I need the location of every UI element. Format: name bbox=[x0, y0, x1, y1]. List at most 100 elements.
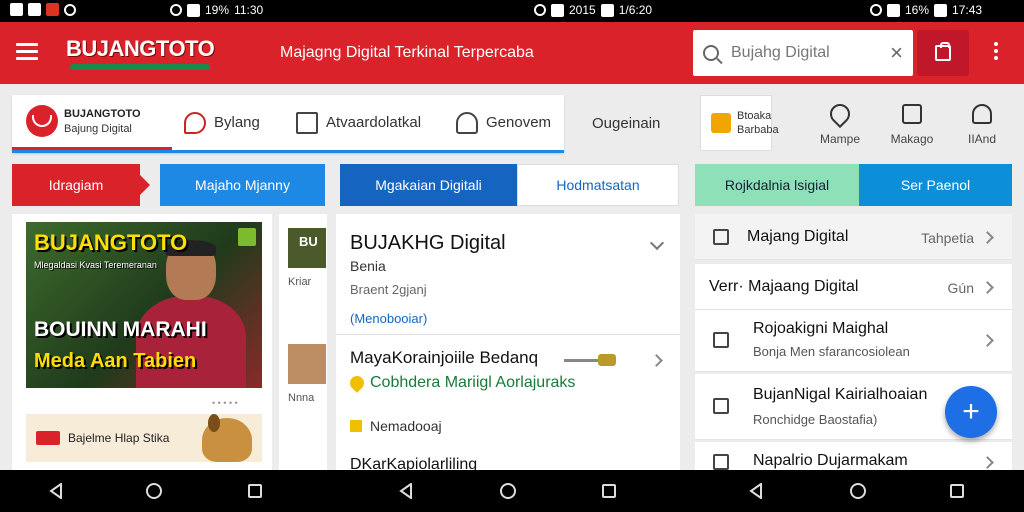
list-item-title[interactable]: MayaKorainjoiile Bedanq bbox=[350, 348, 538, 368]
row-title: Rojoakigni Maighal bbox=[753, 320, 889, 337]
menu-icon[interactable] bbox=[16, 43, 38, 61]
battery-text: 2015 bbox=[569, 3, 596, 17]
category-hodmatsatan[interactable]: Hodmatsatan bbox=[517, 164, 679, 206]
chevron-right-icon[interactable] bbox=[981, 231, 994, 244]
row-title: Majang Digital bbox=[747, 228, 849, 245]
row-subtitle: Bonja Men sfarancosiolean bbox=[753, 344, 910, 359]
tile-label: IIAnd bbox=[967, 132, 997, 146]
dog-image bbox=[202, 414, 252, 462]
carousel-dots[interactable]: • • • • • bbox=[212, 398, 238, 408]
clock: 17:43 bbox=[952, 3, 983, 17]
banner-headline-2: Meda Aan Tabien bbox=[34, 350, 197, 372]
tile-line: Btoaka bbox=[737, 110, 772, 122]
brand-logo[interactable]: BUJANGTOTO bbox=[66, 36, 215, 62]
alarm-icon bbox=[870, 4, 882, 16]
promo-icon bbox=[36, 431, 60, 445]
back-icon[interactable] bbox=[398, 483, 414, 499]
row-title: Verr· Majaang Digital bbox=[709, 278, 859, 295]
shopping-bag-button[interactable] bbox=[917, 30, 969, 76]
chevron-right-icon[interactable] bbox=[981, 456, 994, 469]
tab-ougeinain[interactable]: Ougeinain bbox=[592, 115, 660, 132]
alarm-icon bbox=[534, 4, 546, 16]
home-icon[interactable] bbox=[146, 483, 162, 499]
tab-home[interactable]: BUJANGTOTO Bajung Digital bbox=[12, 95, 172, 150]
article-meta: Braent 2gjanj bbox=[350, 282, 427, 297]
back-icon[interactable] bbox=[748, 483, 764, 499]
home-icon[interactable] bbox=[500, 483, 516, 499]
thumbnail-item[interactable]: Nnna bbox=[288, 344, 326, 410]
article-link[interactable]: (Menobooiar) bbox=[350, 311, 427, 326]
promo-card: BUJANGTOTO Mlegaldasi Kvasi Teremeranan … bbox=[12, 214, 272, 470]
list-icon bbox=[902, 104, 922, 124]
divider bbox=[336, 334, 680, 335]
tab-atvaardolatkal[interactable]: Atvaardolatkal bbox=[296, 95, 421, 150]
tagline: Majagng Digital Terkinal Terpercaba bbox=[280, 44, 534, 61]
back-icon[interactable] bbox=[48, 483, 64, 499]
location-pin-icon bbox=[347, 373, 367, 393]
tab-label: Genovem bbox=[486, 114, 552, 131]
box-icon bbox=[711, 113, 731, 133]
logo-icon bbox=[26, 105, 58, 137]
search-box[interactable]: × bbox=[693, 30, 913, 76]
row-value: Tahpetia bbox=[921, 230, 974, 246]
list-row[interactable]: Rojoakigni Maighal Bonja Men sfarancosio… bbox=[695, 310, 1012, 372]
search-input[interactable] bbox=[731, 44, 871, 62]
more-options-icon[interactable] bbox=[994, 42, 1000, 63]
alarm-icon bbox=[170, 4, 182, 16]
category-mgakaian-digitali[interactable]: Mgakaian Digitali bbox=[340, 164, 517, 206]
chevron-right-icon[interactable] bbox=[981, 281, 994, 294]
category-rojkdalnia[interactable]: Rojkdalnia lsigial bbox=[695, 164, 859, 206]
tool-icon bbox=[564, 354, 616, 366]
banner-headline: BOUINN MARAHI bbox=[34, 318, 207, 341]
row-value: Gún bbox=[947, 280, 974, 296]
recents-icon[interactable] bbox=[950, 484, 964, 498]
hero-banner[interactable]: BUJANGTOTO Mlegaldasi Kvasi Teremeranan … bbox=[26, 222, 262, 388]
list-item-tag: Nemadooaj bbox=[350, 418, 442, 434]
chevron-right-icon[interactable] bbox=[981, 334, 994, 347]
close-icon[interactable]: × bbox=[890, 40, 903, 66]
badge-icon bbox=[238, 228, 256, 246]
tab-genovem[interactable]: Genovem bbox=[456, 95, 551, 150]
recents-icon[interactable] bbox=[602, 484, 616, 498]
thumbnail-caption: Nnna bbox=[288, 392, 315, 404]
list-row[interactable]: Napalrio Dujarmakam bbox=[695, 442, 1012, 470]
chevron-right-icon[interactable] bbox=[650, 354, 663, 367]
tag-icon bbox=[350, 420, 362, 432]
thumbnail-caption: Kriar bbox=[288, 276, 312, 288]
tab-bylang[interactable]: Bylang bbox=[184, 95, 260, 150]
status-segment-2: 2015 1/6:20 bbox=[534, 3, 652, 17]
thumbnail-title: BU bbox=[299, 234, 318, 249]
add-button[interactable]: + bbox=[945, 386, 997, 438]
user-icon bbox=[972, 104, 992, 124]
tag-text: Nemadooaj bbox=[370, 418, 442, 434]
status-segment-1: 19% 11:30 bbox=[170, 3, 263, 17]
thumbnail-column: Kriar BU Nnna bbox=[279, 214, 327, 470]
record-icon bbox=[64, 3, 76, 16]
tile-makago[interactable]: Makago bbox=[879, 100, 945, 146]
category-majaho-mjanny[interactable]: Majaho Mjanny bbox=[160, 164, 325, 206]
logo-name: BUJANGTOTO bbox=[64, 108, 141, 120]
recents-icon[interactable] bbox=[248, 484, 262, 498]
featured-tile[interactable]: Btoaka Barbaba bbox=[700, 95, 779, 151]
wifi-icon bbox=[187, 3, 200, 17]
article-subheader: Benia bbox=[350, 258, 386, 274]
promo-strip[interactable]: Bajelme Hlap Stika bbox=[26, 414, 262, 462]
pencil-icon bbox=[184, 111, 206, 134]
chevron-down-icon[interactable] bbox=[649, 235, 665, 251]
battery-text: 16% bbox=[905, 3, 930, 17]
tile-label: Mampe bbox=[819, 132, 860, 146]
search-icon bbox=[703, 45, 719, 61]
list-row[interactable]: Verr· Majaang Digital Gún bbox=[695, 264, 1012, 310]
wifi-icon bbox=[551, 3, 564, 17]
category-ser-paenol[interactable]: Ser Paenol bbox=[859, 164, 1012, 206]
tile-iiand[interactable]: IIAnd bbox=[949, 100, 1015, 146]
battery-icon bbox=[934, 3, 948, 17]
tile-label: Makago bbox=[890, 132, 934, 146]
clock: 1/6:20 bbox=[618, 3, 653, 17]
home-icon[interactable] bbox=[850, 483, 866, 499]
tab-label: Bylang bbox=[214, 114, 260, 131]
document-icon bbox=[713, 454, 729, 470]
category-idragiam[interactable]: Idragiam bbox=[12, 164, 150, 206]
list-row[interactable]: Majang Digital Tahpetia bbox=[695, 214, 1012, 260]
tile-mampe[interactable]: Mampe bbox=[807, 99, 873, 146]
